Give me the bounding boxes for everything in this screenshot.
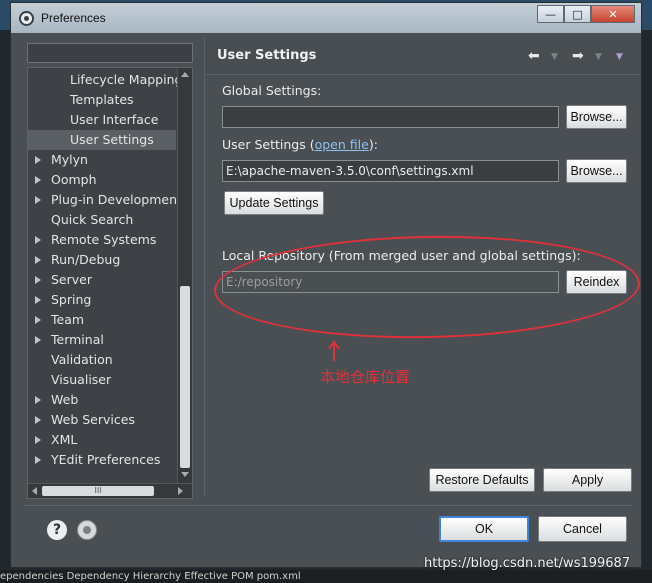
tree-item-label: Lifecycle Mapping <box>70 72 183 87</box>
tree-horizontal-scroll-thumb[interactable]: III <box>42 486 154 496</box>
tree-item[interactable]: Team <box>28 310 176 330</box>
expand-arrow-icon[interactable] <box>35 256 41 264</box>
tree-item[interactable]: Quick Search <box>28 210 176 230</box>
tree-item-label: Oomph <box>51 172 97 187</box>
panel-divider[interactable] <box>204 37 205 497</box>
open-file-link[interactable]: open file <box>315 137 369 152</box>
user-settings-label-post: ): <box>368 137 378 152</box>
tree-item-label: YEdit Preferences <box>51 452 161 467</box>
tree-item[interactable]: Remote Systems <box>28 230 176 250</box>
tree-item[interactable]: Web <box>28 390 176 410</box>
annotation-text: 本地仓库位置 <box>320 368 411 386</box>
tree-item-label: Templates <box>70 92 134 107</box>
user-settings-label: User Settings (open file): <box>222 137 378 152</box>
window-title: Preferences <box>41 11 106 25</box>
tree-item[interactable]: Visualiser <box>28 370 176 390</box>
tree-item[interactable]: Lifecycle Mapping <box>28 70 182 90</box>
tree-item-label: Run/Debug <box>51 252 121 267</box>
scroll-up-arrow-icon[interactable] <box>181 72 189 77</box>
expand-arrow-icon[interactable] <box>35 416 41 424</box>
tree-item[interactable]: Plug-in Development <box>28 190 182 210</box>
filter-input[interactable] <box>27 43 193 63</box>
tree-vertical-scroll-thumb[interactable] <box>180 286 190 468</box>
tree-item[interactable]: User Interface <box>28 110 176 130</box>
user-settings-label-pre: User Settings ( <box>222 137 315 152</box>
window-controls: — □ ✕ <box>537 5 635 23</box>
watermark-text: https://blog.csdn.net/ws199687 <box>424 556 631 571</box>
eclipse-app-icon <box>19 11 34 26</box>
tree-item[interactable]: Mylyn <box>28 150 176 170</box>
scroll-down-arrow-icon[interactable] <box>181 472 189 477</box>
tree-item-label: Web <box>51 392 79 407</box>
scroll-right-arrow-icon[interactable] <box>178 487 183 495</box>
expand-arrow-icon[interactable] <box>35 176 41 184</box>
forward-arrow-icon[interactable]: ➡ <box>572 48 584 64</box>
tree-item[interactable]: Oomph <box>28 170 176 190</box>
tree-item-label: Quick Search <box>51 212 134 227</box>
tree-vertical-scrollbar[interactable] <box>177 68 192 484</box>
tree-item-label: Spring <box>51 292 92 307</box>
expand-arrow-icon[interactable] <box>35 336 41 344</box>
help-icon[interactable]: ? <box>47 520 67 540</box>
title-bar[interactable]: Preferences — □ ✕ <box>11 3 641 33</box>
back-dropdown-icon[interactable]: ▼ <box>551 52 558 62</box>
expand-arrow-icon[interactable] <box>35 436 41 444</box>
preferences-tree[interactable]: YEdit Preferences XML Web Services Web Visua… <box>27 67 193 499</box>
close-button[interactable]: ✕ <box>591 5 635 23</box>
update-settings-button[interactable]: Update Settings <box>224 191 324 215</box>
tree-item-label: Visualiser <box>51 372 112 387</box>
ok-button[interactable]: OK <box>439 516 529 542</box>
restore-defaults-button[interactable]: Restore Defaults <box>429 468 535 492</box>
tree-item-label: User Settings <box>70 132 154 147</box>
tree-item-label: User Interface <box>70 112 159 127</box>
maximize-button[interactable]: □ <box>564 5 591 23</box>
expand-arrow-icon[interactable] <box>35 456 41 464</box>
tree-item-label: XML <box>51 432 78 447</box>
forward-dropdown-icon[interactable]: ▼ <box>595 52 602 62</box>
expand-arrow-icon[interactable] <box>35 316 41 324</box>
view-menu-icon[interactable]: ▼ <box>616 52 623 62</box>
tree-item-label: Terminal <box>51 332 104 347</box>
tree-horizontal-scrollbar[interactable]: III <box>28 483 192 498</box>
footer-divider <box>23 505 633 506</box>
tree-item[interactable]: Spring <box>28 290 176 310</box>
global-browse-button[interactable]: Browse... <box>566 105 627 129</box>
tree-item-label: Validation <box>51 352 113 367</box>
tree-item-label: Mylyn <box>51 152 88 167</box>
expand-arrow-icon[interactable] <box>35 276 41 284</box>
tree-item[interactable]: YEdit Preferences <box>28 450 176 470</box>
editor-tabs-strip: ependencies Dependency Hierarchy Effecti… <box>0 570 652 583</box>
tree-item-label: Server <box>51 272 92 287</box>
expand-arrow-icon[interactable] <box>35 296 41 304</box>
global-settings-label: Global Settings: <box>222 83 322 98</box>
user-browse-button[interactable]: Browse... <box>566 159 627 183</box>
cancel-button[interactable]: Cancel <box>538 516 627 542</box>
tree-item-label: Plug-in Development <box>51 192 182 207</box>
global-settings-field[interactable] <box>222 106 559 128</box>
tree-item[interactable]: Web Services <box>28 410 176 430</box>
back-arrow-icon[interactable]: ⬅ <box>528 48 540 64</box>
tree-item[interactable]: Terminal <box>28 330 176 350</box>
tree-item[interactable]: User Settings <box>28 130 176 150</box>
user-settings-field[interactable]: E:\apache-maven-3.5.0\conf\settings.xml <box>222 160 559 182</box>
tree-item[interactable]: Templates <box>28 90 176 110</box>
tree-item[interactable]: Validation <box>28 350 176 370</box>
tree-item[interactable]: Server <box>28 270 176 290</box>
tree-item[interactable]: Run/Debug <box>28 250 176 270</box>
tree-item[interactable]: XML <box>28 430 176 450</box>
expand-arrow-icon[interactable] <box>35 156 41 164</box>
record-macro-icon[interactable] <box>77 520 97 540</box>
minimize-button[interactable]: — <box>537 5 564 23</box>
expand-arrow-icon[interactable] <box>35 236 41 244</box>
page-header: User Settings ⬅ ▼ ➡ ▼ ▼ <box>206 37 640 75</box>
scroll-left-arrow-icon[interactable] <box>32 487 37 495</box>
annotation-arrow-icon <box>328 340 340 361</box>
expand-arrow-icon[interactable] <box>35 396 41 404</box>
page-title: User Settings <box>217 48 317 63</box>
tree-item-label: Team <box>51 312 85 327</box>
tree-item-label: Remote Systems <box>51 232 157 247</box>
apply-button[interactable]: Apply <box>543 468 632 492</box>
tree-item-label: Web Services <box>51 412 135 427</box>
expand-arrow-icon[interactable] <box>35 196 41 204</box>
